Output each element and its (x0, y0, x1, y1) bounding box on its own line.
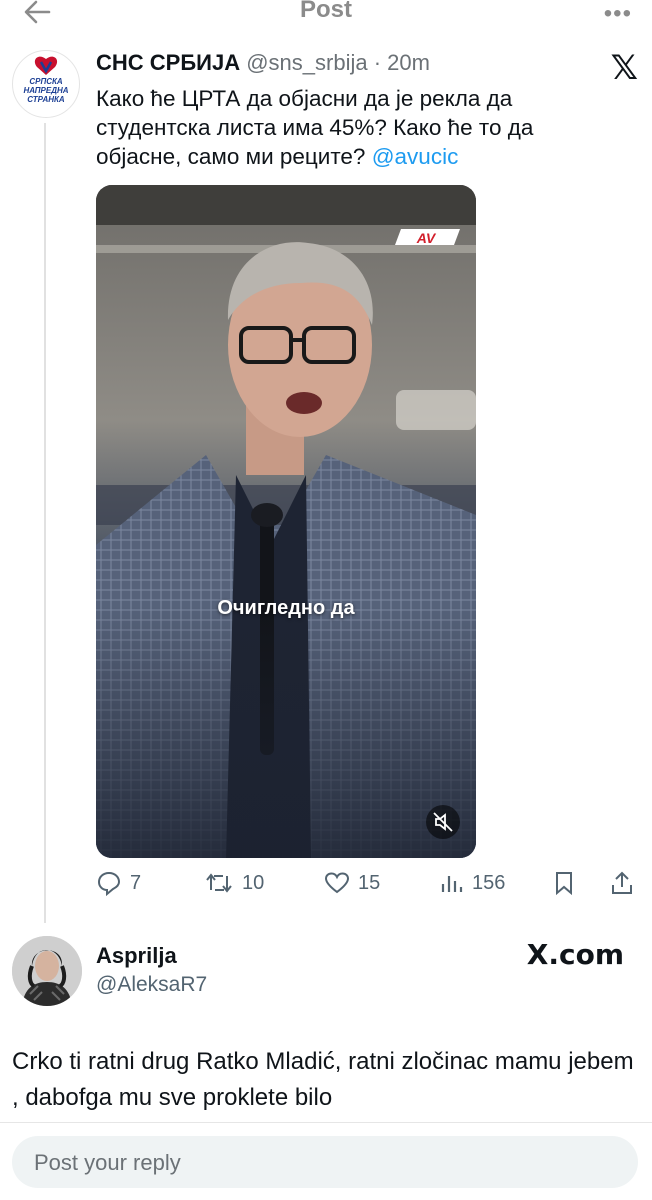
logo-line-1: СРПСКА (29, 77, 63, 86)
reply-author-name[interactable]: Asprilja (96, 943, 177, 969)
logo-line-3: СТРАНКА (27, 95, 65, 104)
top-bar: Post ••• (0, 0, 652, 30)
mute-button[interactable] (426, 805, 460, 839)
heart-icon (324, 872, 350, 894)
repost-count: 10 (242, 871, 265, 894)
reply-input[interactable] (32, 1136, 616, 1190)
logo-line-2: НАПРЕДНА (23, 86, 68, 95)
reply-icon (97, 871, 121, 896)
share-icon (612, 871, 632, 894)
x-logo-icon: 𝕏 (610, 48, 638, 88)
bookmark-action[interactable] (553, 870, 575, 896)
thread-line (44, 123, 46, 923)
video-caption: Очигледно да (217, 597, 355, 619)
post-header: СНС СРБИЈА @sns_srbija · 20m (96, 50, 430, 76)
video-frame: AV (96, 185, 476, 858)
like-action[interactable]: 15 (324, 870, 380, 896)
bookmark-icon (556, 872, 572, 896)
reply-composer[interactable] (12, 1136, 638, 1190)
share-action[interactable] (610, 870, 634, 896)
like-count: 15 (358, 871, 381, 894)
reply-author-handle[interactable]: @AleksaR7 (96, 973, 207, 997)
views-chart-icon (441, 876, 463, 892)
repost-action[interactable]: 10 (204, 870, 264, 896)
author-meta[interactable]: @sns_srbija · 20m (246, 50, 430, 75)
speaker-muted-icon (433, 812, 453, 832)
x-brand-text: X.com (526, 938, 624, 971)
sns-logo-avatar[interactable]: СРПСКА НАПРЕДНА СТРАНКА (12, 50, 80, 118)
reply-text: Crko ti ratni drug Ratko Mladić, ratni z… (12, 1048, 634, 1111)
post-body: Како ће ЦРТА да објасни да је рекла да с… (96, 86, 534, 169)
author-name[interactable]: СНС СРБИЈА (96, 50, 240, 75)
post-text: Како ће ЦРТА да објасни да је рекла да с… (96, 84, 616, 171)
more-options-icon[interactable]: ••• (604, 0, 632, 28)
reply-action[interactable]: 7 (96, 870, 141, 896)
mention-link[interactable]: @avucic (372, 144, 459, 169)
reply-avatar[interactable] (12, 936, 82, 1006)
repost-icon (206, 873, 232, 893)
reply-count: 7 (130, 871, 142, 894)
views-count: 156 (472, 871, 506, 894)
views-action[interactable]: 156 (440, 870, 505, 896)
video-player[interactable]: AV Очигледно да (96, 185, 476, 858)
x-com-brand: X.com (527, 938, 624, 971)
divider (0, 1122, 652, 1123)
post-actions: 7 10 15 156 (96, 870, 641, 902)
video-watermark: AV (416, 230, 437, 246)
page-title: Post (299, 0, 352, 23)
